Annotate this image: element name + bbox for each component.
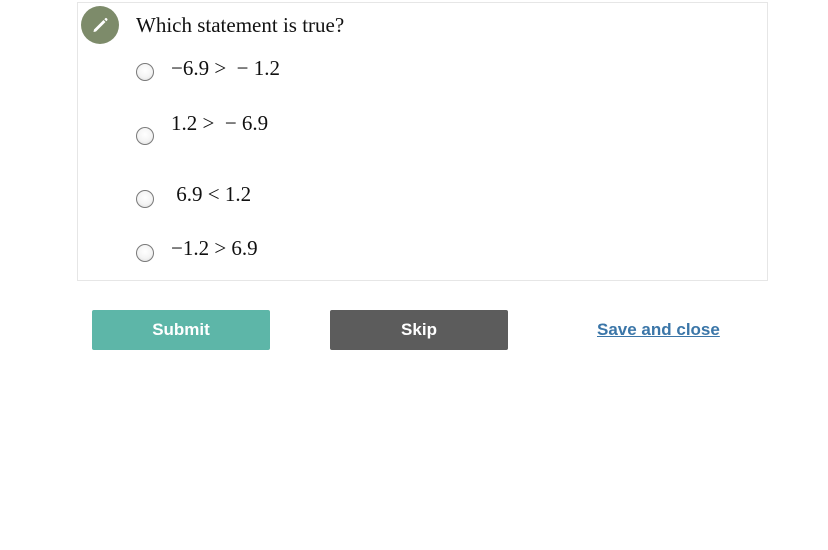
choice-option-1[interactable]: −6.9 > − 1.2 [136, 56, 436, 92]
radio-button[interactable] [136, 244, 154, 262]
choice-label: 6.9 < 1.2 [171, 182, 252, 206]
choice-label: 1.2 > − 6.9 [171, 111, 269, 135]
radio-button[interactable] [136, 190, 154, 208]
choice-label: −6.9 > − 1.2 [171, 56, 281, 80]
save-and-close-link[interactable]: Save and close [597, 320, 720, 340]
edit-badge [81, 6, 119, 44]
choice-option-2[interactable]: 1.2 > − 6.9 [136, 111, 436, 152]
question-prompt: Which statement is true? [136, 13, 345, 37]
choice-label: −1.2 > 6.9 [171, 236, 258, 260]
radio-button[interactable] [136, 63, 154, 81]
skip-button[interactable]: Skip [330, 310, 508, 350]
submit-button[interactable]: Submit [92, 310, 270, 350]
choice-option-4[interactable]: −1.2 > 6.9 [136, 236, 436, 272]
pencil-icon [93, 17, 108, 32]
radio-button[interactable] [136, 127, 154, 145]
choice-option-3[interactable]: 6.9 < 1.2 [136, 182, 436, 218]
